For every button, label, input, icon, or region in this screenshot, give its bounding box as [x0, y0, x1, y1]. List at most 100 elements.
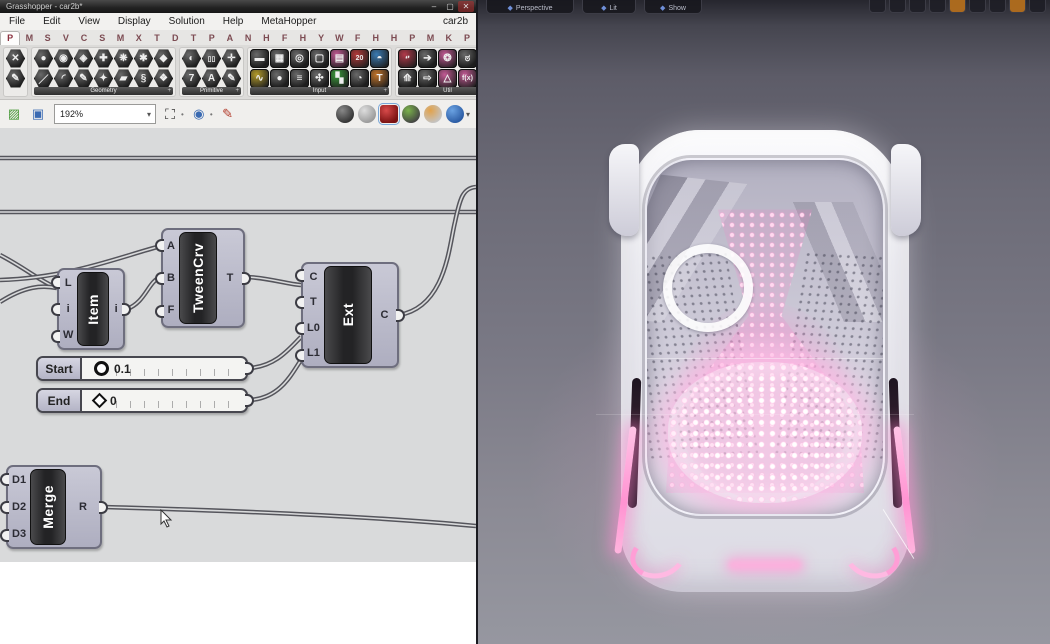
null-icon[interactable]: ◐	[182, 49, 201, 68]
snow-icon[interactable]: ❋	[114, 49, 133, 68]
category-tab-22[interactable]: P	[403, 32, 421, 45]
category-tab-18[interactable]: W	[330, 32, 348, 45]
no-preview-icon[interactable]	[336, 105, 354, 123]
category-tab-13[interactable]: N	[239, 32, 257, 45]
category-tab-8[interactable]: T	[148, 32, 166, 45]
brep-icon[interactable]: ◆	[154, 49, 173, 68]
input-port-D3[interactable]	[0, 529, 9, 542]
viewport-tool-icon-8[interactable]	[1029, 0, 1046, 13]
menu-item-metahopper[interactable]: MetaHopper	[252, 16, 325, 27]
category-tab-21[interactable]: H	[385, 32, 403, 45]
category-tab-0[interactable]: P	[0, 31, 20, 45]
ellipse-icon[interactable]: ◉	[54, 49, 73, 68]
calendar-icon[interactable]: 20	[350, 49, 369, 68]
curve-graph-icon[interactable]: ∿	[250, 69, 269, 88]
category-tab-11[interactable]: P	[203, 32, 221, 45]
menu-item-edit[interactable]: Edit	[34, 16, 69, 27]
wire[interactable]	[399, 187, 476, 315]
zoom-extents-icon[interactable]: ⛶	[160, 104, 180, 124]
twist-icon[interactable]: §	[134, 69, 153, 88]
panel-icon[interactable]: ▢	[310, 49, 329, 68]
component-merge[interactable]: D1D2D3MergeR	[6, 465, 102, 549]
expand-group-icon[interactable]: +	[383, 87, 387, 95]
render-viewport[interactable]: ◆Perspective◆Lit◆Show	[478, 0, 1050, 644]
surface-icon[interactable]: ▰	[114, 69, 133, 88]
relay-icon[interactable]: ➔	[418, 49, 437, 68]
plane-icon[interactable]: ◈	[74, 49, 93, 68]
component-ext[interactable]: CTL0L1ExtC	[301, 262, 399, 368]
curve-icon[interactable]: ✎	[74, 69, 93, 88]
input-port-D1[interactable]	[0, 473, 9, 486]
input-port-L[interactable]	[51, 276, 60, 289]
circle-icon[interactable]: ●	[34, 49, 53, 68]
category-tab-23[interactable]: M	[421, 32, 439, 45]
save-file-icon[interactable]: ▣	[28, 104, 48, 124]
category-tab-19[interactable]: F	[348, 32, 366, 45]
category-tab-4[interactable]: C	[75, 32, 93, 45]
maximize-button[interactable]: ▢	[442, 1, 458, 12]
viewport-tool-icon-4[interactable]	[949, 0, 966, 13]
category-tab-14[interactable]: H	[257, 32, 275, 45]
arc-icon[interactable]: ◜	[54, 69, 73, 88]
slider-start[interactable]: Start0.1	[36, 356, 248, 381]
bool-icon[interactable]: ✛	[222, 49, 241, 68]
category-tab-3[interactable]: V	[57, 32, 75, 45]
list-icon[interactable]: ≡	[290, 69, 309, 88]
slider-knob[interactable]	[94, 361, 109, 376]
viewport-tool-icon-5[interactable]	[969, 0, 986, 13]
category-tab-25[interactable]: P	[458, 32, 476, 45]
import-icon[interactable]: ▚	[330, 69, 349, 88]
viewport-button-perspective[interactable]: ◆Perspective	[486, 0, 574, 14]
slider-track[interactable]: 0.1	[82, 358, 246, 379]
viewport-tool-icon-3[interactable]	[929, 0, 946, 13]
category-tab-17[interactable]: Y	[312, 32, 330, 45]
knob-icon[interactable]: ◎	[290, 49, 309, 68]
vector-icon[interactable]: ✚	[94, 49, 113, 68]
graph-icon[interactable]: ▦	[270, 49, 289, 68]
sketch-pen-icon[interactable]: ✎	[218, 104, 238, 124]
atom-icon[interactable]: ✣	[310, 69, 329, 88]
category-tab-5[interactable]: S	[93, 32, 111, 45]
input-port-A[interactable]	[155, 239, 164, 252]
wire[interactable]	[250, 337, 301, 368]
viewport-tool-icon-0[interactable]	[869, 0, 886, 13]
slider-icon[interactable]: ▬	[250, 49, 269, 68]
category-tab-1[interactable]: M	[20, 32, 38, 45]
clock-icon[interactable]: ◔	[350, 69, 369, 88]
expand-group-icon[interactable]: +	[167, 87, 171, 95]
gradient-icon[interactable]: ▤	[330, 49, 349, 68]
preview-eye-icon[interactable]: ◉	[189, 104, 209, 124]
cherry-icon[interactable]: ❛❜	[398, 49, 417, 68]
title-bar[interactable]: Grasshopper - car2b* – ▢ ✕	[0, 0, 476, 13]
viewport-tool-icon-2[interactable]	[909, 0, 926, 13]
component-tweencrv[interactable]: ABFTweenCrvT	[161, 228, 245, 328]
slider-end[interactable]: End0	[36, 388, 248, 413]
input-port-D2[interactable]	[0, 501, 9, 514]
flask-icon[interactable]: △	[438, 69, 457, 88]
toggle-icon[interactable]: ●	[270, 69, 289, 88]
fx-icon[interactable]: f(x)	[458, 69, 477, 88]
category-tab-15[interactable]: F	[276, 32, 294, 45]
shaded-preview-icon[interactable]	[380, 105, 398, 123]
input-port-L1[interactable]	[295, 349, 304, 362]
seven-icon[interactable]: 7	[182, 69, 201, 88]
category-tab-7[interactable]: X	[130, 32, 148, 45]
viewport-tool-icon-6[interactable]	[989, 0, 1006, 13]
chevron-down-icon[interactable]: ▾	[466, 110, 470, 119]
pen-icon[interactable]: ✎	[222, 69, 241, 88]
menu-item-file[interactable]: File	[0, 16, 34, 27]
close-button[interactable]: ✕	[458, 1, 474, 12]
input-port-F[interactable]	[155, 305, 164, 318]
viewport-tool-icon-1[interactable]	[889, 0, 906, 13]
chevron-down-icon[interactable]: ▾	[147, 110, 151, 119]
panda-icon[interactable]: ಠ	[458, 49, 477, 68]
blob-icon[interactable]: ❖	[154, 69, 173, 88]
line-icon[interactable]: ／	[34, 69, 53, 88]
menu-item-view[interactable]: View	[69, 16, 109, 27]
input-port-L0[interactable]	[295, 322, 304, 335]
cancel-hex-icon[interactable]: ✕	[6, 49, 25, 68]
only-draw-icon[interactable]	[402, 105, 420, 123]
slider-knob[interactable]	[92, 393, 108, 409]
category-tab-2[interactable]: S	[38, 32, 56, 45]
category-tab-16[interactable]: H	[294, 32, 312, 45]
